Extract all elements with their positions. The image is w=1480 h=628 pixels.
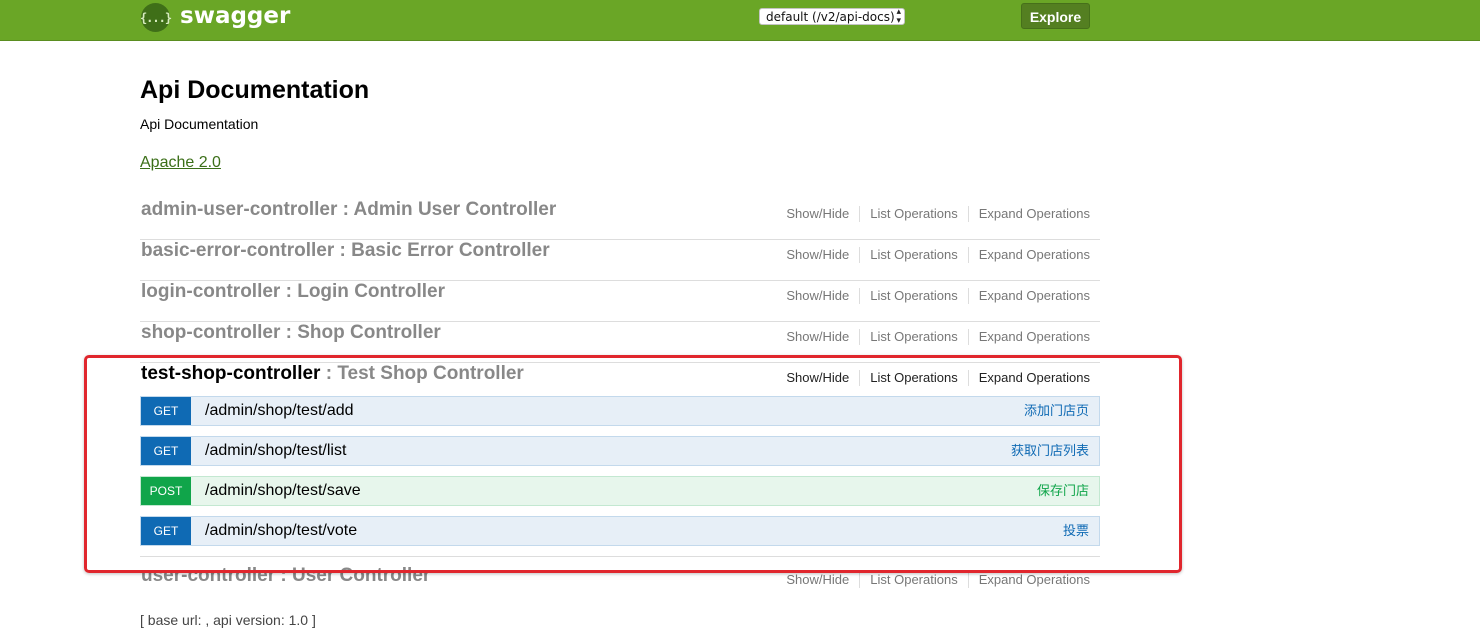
resource-heading[interactable]: basic-error-controller : Basic Error Con… [141,240,550,262]
divider [859,206,861,222]
resource-description: : Admin User Controller [337,199,557,220]
divider [967,206,969,222]
divider [859,288,861,304]
show-hide-link[interactable]: Show/Hide [786,247,849,263]
resource-actions: Show/Hide List Operations Expand Operati… [786,247,1090,263]
divider [967,288,969,304]
list-operations-link[interactable]: List Operations [870,247,957,263]
show-hide-link[interactable]: Show/Hide [786,329,849,345]
explore-button[interactable]: Explore [1021,3,1090,29]
divider [967,572,969,588]
resource-name[interactable]: admin-user-controller [141,199,337,220]
list-operations-link[interactable]: List Operations [870,329,957,345]
divider [967,329,969,345]
resource-basic-error-controller: basic-error-controller : Basic Error Con… [140,240,1100,281]
swagger-logo-icon[interactable]: {...} [140,3,172,32]
show-hide-link[interactable]: Show/Hide [786,572,849,588]
expand-operations-link[interactable]: Expand Operations [979,288,1090,304]
expand-operations-link[interactable]: Expand Operations [979,247,1090,263]
resource-description: : Shop Controller [280,322,441,343]
divider [859,572,861,588]
list-operations-link[interactable]: List Operations [870,206,957,222]
top-bar: {...} swagger default (/v2/api-docs) ▴ ▾ … [0,0,1480,41]
divider [859,247,861,263]
resource-name[interactable]: basic-error-controller [141,240,334,261]
resource-login-controller: login-controller : Login Controller Show… [140,281,1100,322]
resource-actions: Show/Hide List Operations Expand Operati… [786,288,1090,304]
resource-actions: Show/Hide List Operations Expand Operati… [786,206,1090,222]
resource-actions: Show/Hide List Operations Expand Operati… [786,572,1090,588]
show-hide-link[interactable]: Show/Hide [786,206,849,222]
resource-name[interactable]: login-controller [141,281,280,302]
api-description: Api Documentation [140,116,259,132]
spec-select-value: default (/v2/api-docs) [766,10,895,24]
show-hide-link[interactable]: Show/Hide [786,288,849,304]
license-link[interactable]: Apache 2.0 [140,154,221,172]
expand-operations-link[interactable]: Expand Operations [979,572,1090,588]
annotation-highlight-box [84,355,1182,573]
expand-operations-link[interactable]: Expand Operations [979,206,1090,222]
divider [967,247,969,263]
page-title: Api Documentation [140,76,370,104]
resource-actions: Show/Hide List Operations Expand Operati… [786,329,1090,345]
resource-admin-user-controller: admin-user-controller : Admin User Contr… [140,199,1100,240]
resource-name[interactable]: shop-controller [141,322,280,343]
list-operations-link[interactable]: List Operations [870,572,957,588]
divider [859,329,861,345]
resource-description: : Basic Error Controller [334,240,550,261]
expand-operations-link[interactable]: Expand Operations [979,329,1090,345]
select-arrows-icon: ▴ ▾ [896,7,901,26]
brand-name[interactable]: swagger [180,1,290,31]
list-operations-link[interactable]: List Operations [870,288,957,304]
api-version-footer: [ base url: , api version: 1.0 ] [140,612,316,628]
resource-heading[interactable]: shop-controller : Shop Controller [141,322,441,344]
resource-description: : Login Controller [280,281,445,302]
resource-heading[interactable]: admin-user-controller : Admin User Contr… [141,199,556,221]
spec-select[interactable]: default (/v2/api-docs) ▴ ▾ [759,7,905,26]
resource-heading[interactable]: login-controller : Login Controller [141,281,445,303]
